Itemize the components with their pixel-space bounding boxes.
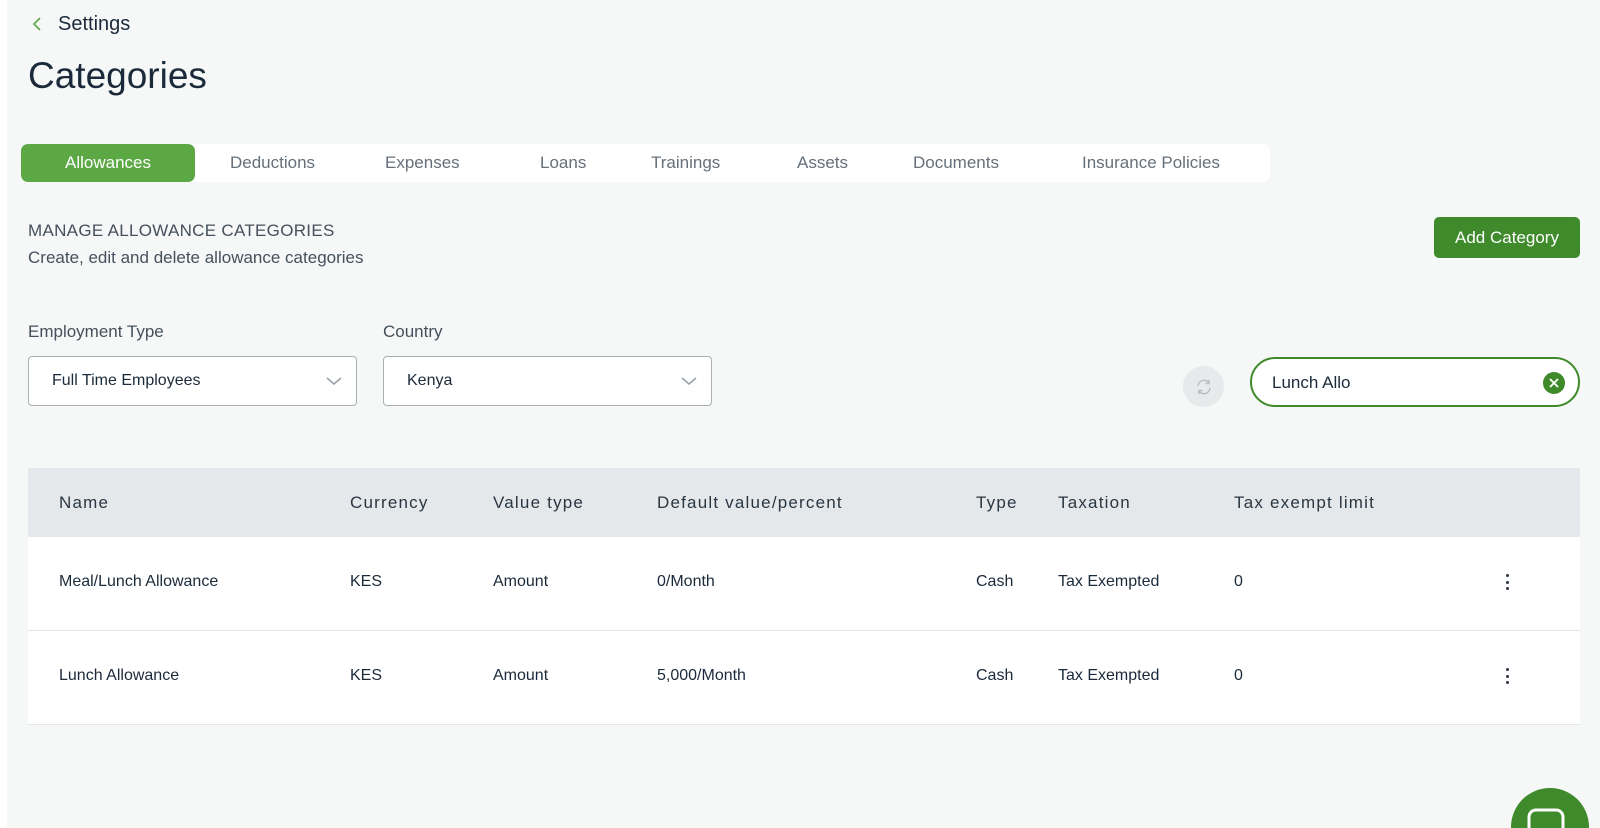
- cell-name: Meal/Lunch Allowance: [59, 573, 219, 590]
- tab-trainings[interactable]: Trainings: [651, 144, 720, 182]
- column-header-taxation: Taxation: [1058, 493, 1131, 512]
- more-vertical-icon-dot: [1505, 681, 1509, 684]
- cell-default-value: 0/Month: [657, 573, 715, 590]
- cell-currency: KES: [350, 573, 383, 590]
- tab-expenses[interactable]: Expenses: [385, 144, 460, 182]
- tab-allowances[interactable]: Allowances: [21, 144, 195, 182]
- table-row[interactable]: Lunch Allowance KES Amount 5,000/Month C…: [28, 631, 1580, 725]
- cell-tax-exempt-limit: 0: [1234, 667, 1243, 684]
- employment-type-value: Full Time Employees: [52, 372, 201, 389]
- back-link[interactable]: Settings: [31, 10, 130, 38]
- search-box: [1250, 357, 1580, 407]
- settings-page: Settings Categories Allowances Deduction…: [7, 0, 1600, 828]
- more-vertical-icon-dot: [1505, 668, 1509, 671]
- chat-launcher-button[interactable]: [1511, 788, 1589, 828]
- search-input[interactable]: [1272, 371, 1532, 395]
- tab-assets[interactable]: Assets: [797, 144, 848, 182]
- more-vertical-icon-dot: [1505, 587, 1509, 590]
- more-vertical-icon-dot: [1505, 574, 1509, 577]
- cell-tax-exempt-limit: 0: [1234, 573, 1243, 590]
- cell-name: Lunch Allowance: [59, 667, 180, 684]
- table-row[interactable]: Meal/Lunch Allowance KES Amount 0/Month …: [28, 537, 1580, 631]
- column-header-type: Type: [976, 493, 1018, 512]
- more-vertical-icon-dot: [1505, 580, 1509, 584]
- column-header-value-type: Value type: [493, 493, 585, 512]
- cell-currency: KES: [350, 667, 383, 684]
- country-label: Country: [383, 322, 443, 341]
- section-title: MANAGE ALLOWANCE CATEGORIES: [28, 221, 335, 240]
- row-actions-button[interactable]: [1500, 571, 1514, 593]
- chevron-down-icon: [681, 377, 697, 386]
- row-actions-button[interactable]: [1500, 665, 1514, 687]
- tab-insurance-policies[interactable]: Insurance Policies: [1082, 144, 1220, 182]
- employment-type-select[interactable]: Full Time Employees: [28, 356, 357, 406]
- page-title: Categories: [28, 55, 207, 96]
- tab-loans[interactable]: Loans: [540, 144, 586, 182]
- employment-type-label: Employment Type: [28, 322, 164, 341]
- refresh-icon: [1196, 379, 1211, 394]
- refresh-button[interactable]: [1183, 366, 1224, 407]
- column-header-name: Name: [59, 493, 110, 512]
- cell-type: Cash: [976, 573, 1014, 590]
- cell-type: Cash: [976, 667, 1014, 684]
- chevron-down-icon: [326, 377, 342, 386]
- more-vertical-icon-dot: [1505, 674, 1509, 678]
- country-select[interactable]: Kenya: [383, 356, 712, 406]
- chat-icon: [1527, 808, 1565, 828]
- cell-taxation: Tax Exempted: [1058, 573, 1160, 590]
- column-header-tax-exempt-limit: Tax exempt limit: [1234, 493, 1376, 512]
- cell-default-value: 5,000/Month: [657, 667, 746, 684]
- column-header-default-value: Default value/percent: [657, 493, 843, 512]
- close-icon: [1549, 378, 1559, 388]
- cell-value-type: Amount: [493, 573, 549, 590]
- tab-documents[interactable]: Documents: [913, 144, 999, 182]
- chevron-left-icon: [32, 17, 41, 31]
- cell-value-type: Amount: [493, 667, 549, 684]
- clear-search-button[interactable]: [1543, 372, 1565, 394]
- table-header: Name Currency Value type Default value/p…: [28, 468, 1580, 537]
- add-category-button[interactable]: Add Category: [1434, 217, 1580, 258]
- section-subtitle: Create, edit and delete allowance catego…: [28, 248, 364, 267]
- tab-deductions[interactable]: Deductions: [230, 144, 315, 182]
- cell-taxation: Tax Exempted: [1058, 667, 1160, 684]
- column-header-currency: Currency: [350, 493, 429, 512]
- category-tabs: Allowances Deductions Expenses Loans Tra…: [21, 144, 1270, 182]
- allowance-categories-table: Name Currency Value type Default value/p…: [28, 468, 1580, 725]
- back-link-label: Settings: [58, 12, 131, 35]
- country-value: Kenya: [407, 372, 453, 389]
